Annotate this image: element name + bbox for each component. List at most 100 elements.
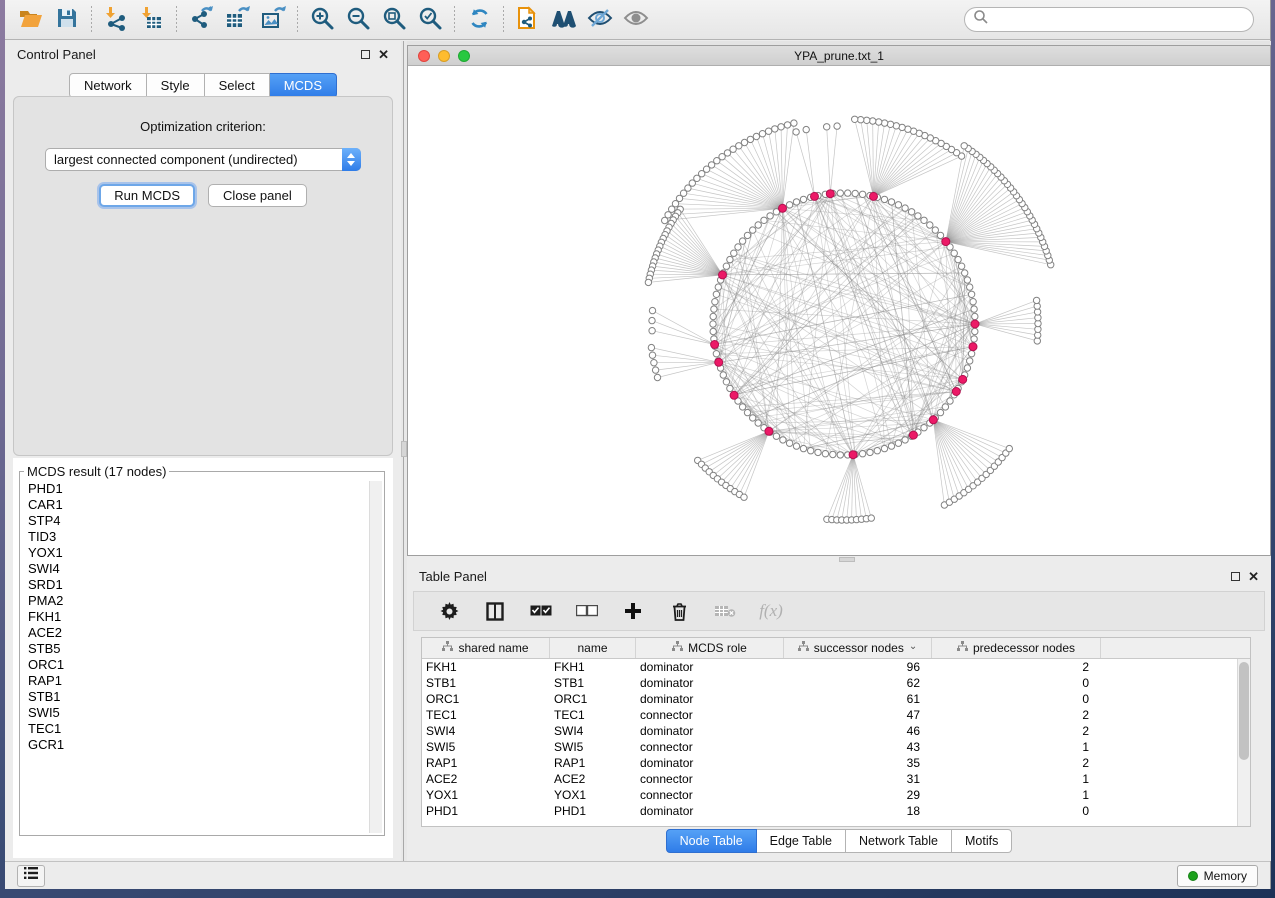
scrollbar-thumb[interactable]: [1239, 662, 1249, 760]
mcds-result-item[interactable]: GCR1: [22, 737, 366, 753]
mcds-result-item[interactable]: STP4: [22, 513, 366, 529]
mcds-list-scrollbar[interactable]: [369, 481, 382, 833]
mcds-result-item[interactable]: CAR1: [22, 497, 366, 513]
optimization-criterion-select[interactable]: largest connected component (undirected): [45, 148, 361, 171]
table-cell[interactable]: YOX1: [422, 787, 550, 803]
run-mcds-button[interactable]: Run MCDS: [99, 184, 195, 207]
table-cell[interactable]: PHD1: [422, 803, 550, 819]
mcds-result-item[interactable]: TEC1: [22, 721, 366, 737]
table-cell[interactable]: connector: [636, 787, 784, 803]
mcds-result-item[interactable]: TID3: [22, 529, 366, 545]
task-history-button[interactable]: [17, 865, 45, 887]
show-columns-icon[interactable]: [484, 600, 506, 622]
table-cell[interactable]: FKH1: [550, 659, 636, 675]
table-row[interactable]: STB1STB1dominator620: [422, 675, 1250, 691]
table-cell[interactable]: connector: [636, 771, 784, 787]
import-table-button[interactable]: [134, 4, 170, 36]
float-panel-icon[interactable]: [361, 50, 370, 59]
table-row[interactable]: PHD1PHD1dominator180: [422, 803, 1250, 819]
close-panel-icon[interactable]: ✕: [1248, 572, 1259, 581]
mcds-result-item[interactable]: STB5: [22, 641, 366, 657]
table-cell[interactable]: 29: [784, 787, 932, 803]
export-network-button[interactable]: [183, 4, 219, 36]
table-cell[interactable]: 31: [784, 771, 932, 787]
mcds-result-item[interactable]: ACE2: [22, 625, 366, 641]
table-row[interactable]: FKH1FKH1dominator962: [422, 659, 1250, 675]
column-header-MCDS-role[interactable]: MCDS role: [636, 638, 784, 658]
save-session-button[interactable]: [49, 4, 85, 36]
table-row[interactable]: TEC1TEC1connector472: [422, 707, 1250, 723]
table-cell[interactable]: 61: [784, 691, 932, 707]
table-cell[interactable]: 96: [784, 659, 932, 675]
horizontal-splitter[interactable]: [407, 556, 1271, 563]
table-cell[interactable]: RAP1: [550, 755, 636, 771]
table-row[interactable]: YOX1YOX1connector291: [422, 787, 1250, 803]
mcds-result-item[interactable]: PHD1: [22, 481, 366, 497]
table-cell[interactable]: connector: [636, 707, 784, 723]
mcds-result-item[interactable]: FKH1: [22, 609, 366, 625]
memory-button[interactable]: Memory: [1177, 865, 1258, 887]
table-cell[interactable]: dominator: [636, 659, 784, 675]
table-cell[interactable]: dominator: [636, 755, 784, 771]
table-cell[interactable]: ACE2: [422, 771, 550, 787]
table-cell[interactable]: YOX1: [550, 787, 636, 803]
details-toggle-button[interactable]: [546, 4, 582, 36]
network-document-button[interactable]: [510, 4, 546, 36]
mcds-result-item[interactable]: STB1: [22, 689, 366, 705]
add-column-icon[interactable]: [622, 600, 644, 622]
table-cell[interactable]: SWI4: [550, 723, 636, 739]
network-graph[interactable]: [408, 66, 1270, 555]
table-cell[interactable]: connector: [636, 739, 784, 755]
table-cell[interactable]: TEC1: [550, 707, 636, 723]
tab-style[interactable]: Style: [147, 73, 205, 98]
export-table-button[interactable]: [219, 4, 255, 36]
close-panel-icon[interactable]: ✕: [378, 50, 389, 59]
tab-network-table[interactable]: Network Table: [846, 829, 952, 853]
column-header-shared-name[interactable]: shared name: [422, 638, 550, 658]
network-window-titlebar[interactable]: YPA_prune.txt_1: [408, 46, 1270, 66]
table-cell[interactable]: 2: [932, 723, 1101, 739]
table-cell[interactable]: 0: [932, 803, 1101, 819]
table-cell[interactable]: SWI5: [422, 739, 550, 755]
table-cell[interactable]: dominator: [636, 803, 784, 819]
table-cell[interactable]: 43: [784, 739, 932, 755]
tab-select[interactable]: Select: [205, 73, 270, 98]
table-cell[interactable]: 18: [784, 803, 932, 819]
table-cell[interactable]: 35: [784, 755, 932, 771]
export-image-button[interactable]: [255, 4, 291, 36]
table-cell[interactable]: 47: [784, 707, 932, 723]
float-panel-icon[interactable]: [1231, 572, 1240, 581]
table-cell[interactable]: SWI4: [422, 723, 550, 739]
mcds-result-item[interactable]: SWI4: [22, 561, 366, 577]
table-cell[interactable]: STB1: [550, 675, 636, 691]
table-cell[interactable]: dominator: [636, 691, 784, 707]
table-scrollbar[interactable]: [1237, 659, 1250, 826]
table-cell[interactable]: 62: [784, 675, 932, 691]
table-cell[interactable]: 0: [932, 675, 1101, 691]
mcds-result-item[interactable]: RAP1: [22, 673, 366, 689]
table-row[interactable]: ACE2ACE2connector311: [422, 771, 1250, 787]
table-cell[interactable]: 1: [932, 771, 1101, 787]
tab-mcds[interactable]: MCDS: [270, 73, 337, 98]
column-header-successor-nodes[interactable]: successor nodes⌄: [784, 638, 932, 658]
mcds-result-item[interactable]: SWI5: [22, 705, 366, 721]
import-network-button[interactable]: [98, 4, 134, 36]
tab-node-table[interactable]: Node Table: [666, 829, 757, 853]
splitter-grip[interactable]: [839, 557, 855, 562]
open-session-button[interactable]: [13, 4, 49, 36]
zoom-out-button[interactable]: [340, 4, 376, 36]
table-cell[interactable]: TEC1: [422, 707, 550, 723]
table-cell[interactable]: 2: [932, 659, 1101, 675]
table-cell[interactable]: ACE2: [550, 771, 636, 787]
search-box[interactable]: [964, 7, 1254, 32]
tab-motifs[interactable]: Motifs: [952, 829, 1012, 853]
mcds-result-item[interactable]: YOX1: [22, 545, 366, 561]
zoom-selected-button[interactable]: [412, 4, 448, 36]
table-row[interactable]: ORC1ORC1dominator610: [422, 691, 1250, 707]
table-cell[interactable]: STB1: [422, 675, 550, 691]
tab-edge-table[interactable]: Edge Table: [757, 829, 846, 853]
zoom-in-button[interactable]: [304, 4, 340, 36]
zoom-fit-button[interactable]: [376, 4, 412, 36]
delete-column-icon[interactable]: [668, 600, 690, 622]
show-graphics-button[interactable]: [618, 4, 654, 36]
